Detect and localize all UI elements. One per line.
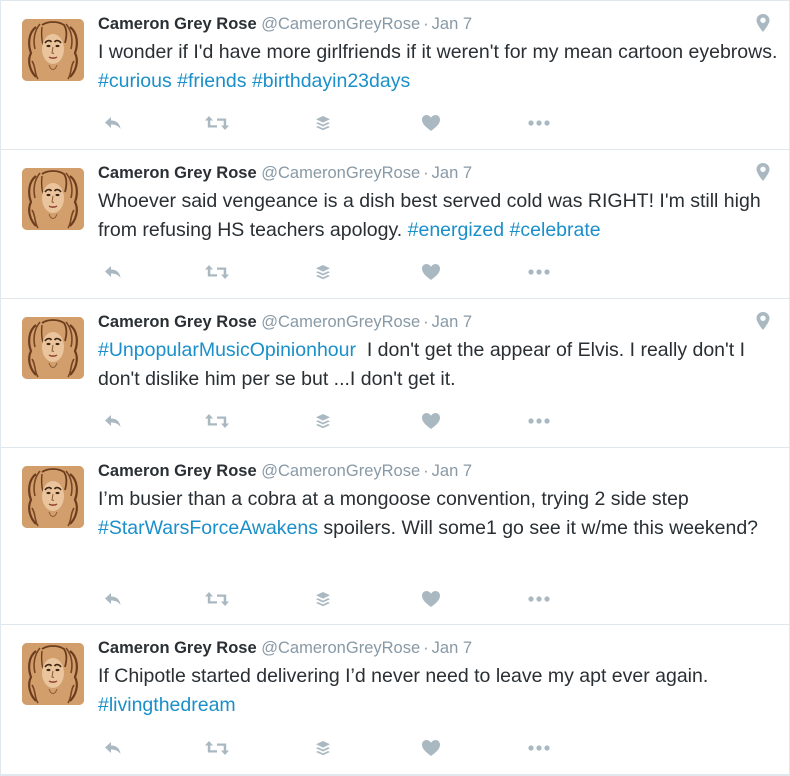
tweet[interactable]: Cameron Grey Rose @CameronGreyRose · Jan 7…: [1, 625, 789, 775]
author-handle[interactable]: @CameronGreyRose: [261, 462, 420, 480]
buffer-icon[interactable]: [309, 111, 337, 135]
tweet-header: Cameron Grey Rose @CameronGreyRose · Jan 7: [98, 163, 472, 183]
tweet-text-segment: I’m busier than a cobra at a mongoose co…: [98, 488, 695, 510]
hashtag-link[interactable]: #curious: [98, 70, 172, 92]
reply-icon[interactable]: [99, 587, 127, 611]
tweet-text: If Chipotle started delivering I’d never…: [98, 662, 778, 720]
reply-icon[interactable]: [99, 736, 127, 760]
tweet[interactable]: Cameron Grey Rose @CameronGreyRose · Jan 7…: [1, 299, 789, 448]
avatar[interactable]: [22, 19, 84, 81]
tweet-actions: [99, 736, 569, 760]
buffer-icon[interactable]: [309, 409, 337, 433]
tweet-text-segment: spoilers. Will some1 go see it w/me this…: [318, 517, 759, 539]
more-icon[interactable]: [525, 409, 553, 433]
tweet-header: Cameron Grey Rose @CameronGreyRose · Jan 7: [98, 638, 472, 658]
reply-icon[interactable]: [99, 409, 127, 433]
hashtag-link[interactable]: #livingthedream: [98, 694, 236, 716]
retweet-icon[interactable]: [203, 260, 231, 284]
separator: ·: [423, 462, 429, 480]
tweet-date[interactable]: Jan 7: [432, 15, 472, 33]
hashtag-link[interactable]: #friends: [177, 70, 246, 92]
tweet[interactable]: Cameron Grey Rose @CameronGreyRose · Jan 7…: [1, 448, 789, 625]
retweet-icon[interactable]: [203, 409, 231, 433]
buffer-icon[interactable]: [309, 736, 337, 760]
tweet-text: I’m busier than a cobra at a mongoose co…: [98, 485, 778, 543]
avatar[interactable]: [22, 317, 84, 379]
retweet-icon[interactable]: [203, 587, 231, 611]
retweet-icon[interactable]: [203, 111, 231, 135]
tweet[interactable]: Cameron Grey Rose @CameronGreyRose · Jan 7…: [1, 150, 789, 299]
tweet-actions: [99, 587, 569, 611]
like-icon[interactable]: [417, 260, 445, 284]
author-handle[interactable]: @CameronGreyRose: [261, 313, 420, 331]
author-handle[interactable]: @CameronGreyRose: [261, 15, 420, 33]
author-name[interactable]: Cameron Grey Rose: [98, 313, 257, 331]
location-pin-icon[interactable]: [755, 13, 771, 33]
hashtag-link[interactable]: #StarWarsForceAwakens: [98, 517, 318, 539]
like-icon[interactable]: [417, 736, 445, 760]
reply-icon[interactable]: [99, 111, 127, 135]
tweet-date[interactable]: Jan 7: [432, 164, 472, 182]
separator: ·: [423, 639, 429, 657]
author-name[interactable]: Cameron Grey Rose: [98, 639, 257, 657]
tweet-text: #UnpopularMusicOpinionhour I don't get t…: [98, 336, 778, 394]
avatar[interactable]: [22, 643, 84, 705]
like-icon[interactable]: [417, 587, 445, 611]
author-name[interactable]: Cameron Grey Rose: [98, 462, 257, 480]
tweet-actions: [99, 111, 569, 135]
separator: ·: [423, 164, 429, 182]
more-icon[interactable]: [525, 260, 553, 284]
tweet-actions: [99, 260, 569, 284]
tweet-header: Cameron Grey Rose @CameronGreyRose · Jan 7: [98, 14, 472, 34]
buffer-icon[interactable]: [309, 587, 337, 611]
tweet-header: Cameron Grey Rose @CameronGreyRose · Jan 7: [98, 312, 472, 332]
author-name[interactable]: Cameron Grey Rose: [98, 15, 257, 33]
hashtag-link[interactable]: #celebrate: [510, 219, 601, 241]
more-icon[interactable]: [525, 736, 553, 760]
retweet-icon[interactable]: [203, 736, 231, 760]
separator: ·: [423, 15, 429, 33]
location-pin-icon[interactable]: [755, 162, 771, 182]
tweet-header: Cameron Grey Rose @CameronGreyRose · Jan 7: [98, 461, 472, 481]
avatar[interactable]: [22, 466, 84, 528]
author-handle[interactable]: @CameronGreyRose: [261, 164, 420, 182]
tweet-text: I wonder if I'd have more girlfriends if…: [98, 38, 778, 96]
tweet-date[interactable]: Jan 7: [432, 639, 472, 657]
tweet-date[interactable]: Jan 7: [432, 462, 472, 480]
location-pin-icon[interactable]: [755, 311, 771, 331]
timeline: Cameron Grey Rose @CameronGreyRose · Jan 7…: [0, 0, 790, 776]
more-icon[interactable]: [525, 587, 553, 611]
hashtag-link[interactable]: #birthdayin23days: [252, 70, 410, 92]
tweet-text-segment: I wonder if I'd have more girlfriends if…: [98, 41, 783, 63]
like-icon[interactable]: [417, 111, 445, 135]
author-name[interactable]: Cameron Grey Rose: [98, 164, 257, 182]
hashtag-link[interactable]: #energized: [408, 219, 505, 241]
buffer-icon[interactable]: [309, 260, 337, 284]
tweet[interactable]: Cameron Grey Rose @CameronGreyRose · Jan 7…: [1, 1, 789, 150]
more-icon[interactable]: [525, 111, 553, 135]
tweet-text: Whoever said vengeance is a dish best se…: [98, 187, 778, 245]
like-icon[interactable]: [417, 409, 445, 433]
tweet-actions: [99, 409, 569, 433]
tweet-text-segment: If Chipotle started delivering I’d never…: [98, 665, 714, 687]
author-handle[interactable]: @CameronGreyRose: [261, 639, 420, 657]
avatar[interactable]: [22, 168, 84, 230]
tweet-date[interactable]: Jan 7: [432, 313, 472, 331]
hashtag-link[interactable]: #UnpopularMusicOpinionhour: [98, 339, 356, 361]
separator: ·: [423, 313, 429, 331]
reply-icon[interactable]: [99, 260, 127, 284]
